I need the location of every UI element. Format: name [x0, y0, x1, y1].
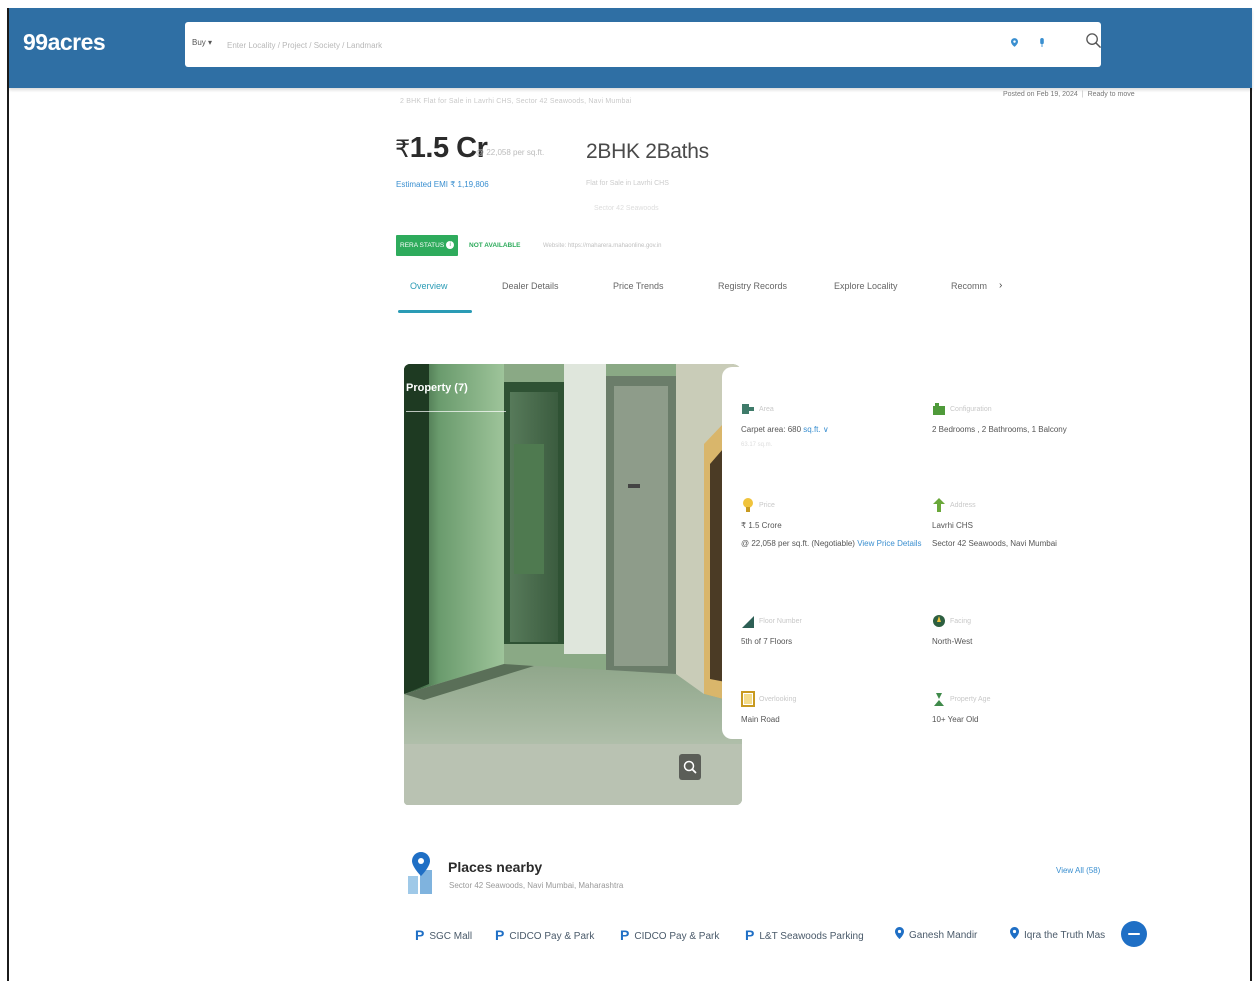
property-details-panel: Area Carpet area: 680 sq.ft. ∨ 63.17 sq.…: [722, 367, 1067, 739]
configuration-value: 2 Bedrooms , 2 Bathrooms, 1 Balcony: [932, 425, 1067, 434]
price-per-sqft-detail: @ 22,058 per sq.ft. (Negotiable) View Pr…: [741, 538, 922, 550]
zoom-icon: [683, 760, 697, 774]
section-tabs: Overview Dealer Details Price Trends Reg…: [396, 275, 1016, 315]
rera-note: Website: https://maharera.mahaonline.gov…: [543, 243, 662, 249]
facing-value: North-West: [932, 637, 973, 646]
carpet-area: Carpet area: 680: [741, 425, 802, 434]
nearby-place-label: Iqra the Truth Mas: [1024, 930, 1106, 941]
tab-dealer-details[interactable]: Dealer Details: [502, 281, 559, 291]
compass-icon: [933, 615, 945, 627]
chevron-right-icon[interactable]: ›: [999, 280, 1002, 291]
mic-icon[interactable]: [1039, 38, 1045, 47]
floor-label: Floor Number: [759, 618, 802, 625]
floor-icon: [742, 616, 754, 628]
gallery-photo-count[interactable]: Property (7): [406, 382, 468, 394]
carousel-next-button[interactable]: [1121, 921, 1147, 947]
property-age-label: Property Age: [950, 696, 991, 703]
address-locality: Sector 42 Seawoods, Navi Mumbai: [932, 539, 1057, 548]
property-gallery[interactable]: Property (7): [404, 364, 742, 805]
site-logo[interactable]: 99acres: [23, 29, 106, 56]
emi-link[interactable]: Estimated EMI ₹ 1,19,806: [396, 180, 489, 189]
nearby-place-label: L&T Seawoods Parking: [759, 931, 864, 942]
overlooking-value: Main Road: [741, 715, 780, 724]
view-all-places-link[interactable]: View All (58): [1056, 866, 1100, 875]
parking-icon: P: [415, 927, 425, 943]
gallery-label-divider: [406, 411, 506, 412]
price-detail-value: ₹ 1.5 Crore: [741, 521, 782, 530]
address-label: Address: [950, 502, 976, 509]
nearby-place-chip[interactable]: P CIDCO Pay & Park: [495, 927, 594, 943]
map-pin-icon: [895, 927, 904, 939]
search-icon[interactable]: [1085, 32, 1102, 49]
frame-border-right: [1250, 8, 1252, 981]
address-society: Lavrhi CHS: [932, 521, 973, 530]
address-icon: [933, 498, 945, 512]
area-label: Area: [759, 406, 774, 413]
configuration-locality: Sector 42 Seawoods: [594, 205, 659, 212]
places-nearby-subtitle: Sector 42 Seawoods, Navi Mumbai, Maharas…: [449, 881, 624, 890]
rera-badge-label: RERA STATUS: [400, 242, 445, 249]
tab-overview[interactable]: Overview: [410, 281, 448, 291]
configuration-heading: 2BHK 2Baths: [586, 140, 709, 163]
listing-title: 2 BHK Flat for Sale in Lavrhi CHS, Secto…: [400, 98, 632, 105]
price-per-sqft: @ 22,058 per sq.ft.: [476, 148, 545, 157]
configuration-icon: [933, 403, 945, 415]
posted-date: Posted on Feb 19, 2024: [1003, 91, 1078, 98]
property-photo[interactable]: [404, 364, 742, 805]
nearby-place-chip[interactable]: P SGC Mall: [415, 927, 472, 943]
nearby-place-chip[interactable]: Ganesh Mandir: [895, 927, 977, 941]
buy-dropdown[interactable]: Buy ▾: [192, 38, 212, 47]
overlooking-label: Overlooking: [759, 696, 797, 703]
nearby-place-label: SGC Mall: [429, 931, 473, 942]
nearby-place-label: CIDCO Pay & Park: [509, 931, 595, 942]
price-label: Price: [759, 502, 775, 509]
location-icon[interactable]: [1011, 38, 1018, 47]
map-pin-icon: [1010, 927, 1019, 939]
tab-price-trends[interactable]: Price Trends: [613, 281, 664, 291]
zoom-button[interactable]: [679, 754, 701, 780]
rupee-symbol: ₹: [395, 136, 410, 163]
nearby-place-chip[interactable]: P CIDCO Pay & Park: [620, 927, 719, 943]
parking-icon: P: [495, 927, 505, 943]
window-icon: [741, 691, 755, 707]
info-icon[interactable]: i: [446, 241, 455, 250]
posted-info: Posted on Feb 19, 2024 | Ready to move: [1003, 91, 1135, 98]
facing-label: Facing: [950, 618, 972, 625]
nearby-place-label: Ganesh Mandir: [909, 930, 978, 941]
ready-status: Ready to move: [1087, 91, 1135, 98]
active-tab-indicator: [398, 310, 472, 313]
rera-status-badge[interactable]: RERA STATUS i: [396, 235, 459, 256]
frame-border-left: [7, 8, 9, 981]
nearby-place-chip[interactable]: Iqra the Truth Mas: [1010, 927, 1105, 941]
search-input[interactable]: [225, 34, 989, 56]
price-heading: ₹1.5 Cr: [395, 132, 488, 165]
rera-status-value: NOT AVAILABLE: [469, 242, 521, 249]
nearby-places-carousel: P SGC Mall P CIDCO Pay & Park P CIDCO Pay &…: [415, 921, 1150, 951]
hourglass-icon: [934, 693, 944, 706]
area-icon: [742, 404, 754, 414]
area-value: Carpet area: 680 sq.ft. ∨: [741, 424, 829, 436]
configuration-subtitle: Flat for Sale in Lavrhi CHS: [586, 180, 669, 187]
nearby-place-chip[interactable]: P L&T Seawoods Parking: [745, 927, 864, 943]
area-unit-dropdown[interactable]: sq.ft. ∨: [803, 425, 828, 434]
price-tag-icon: [743, 498, 753, 512]
site-header: 99acres Buy ▾: [9, 8, 1252, 88]
floor-value: 5th of 7 Floors: [741, 637, 793, 646]
area-sqm: 63.17 sq.m.: [741, 442, 773, 448]
parking-icon: P: [745, 927, 755, 943]
parking-icon: P: [620, 927, 630, 943]
tab-registry-records[interactable]: Registry Records: [718, 281, 787, 291]
price-rate: @ 22,058 per sq.ft. (Negotiable): [741, 539, 855, 548]
places-nearby-icon: [408, 852, 432, 894]
search-bar: Buy ▾: [185, 22, 1101, 67]
nearby-place-label: CIDCO Pay & Park: [634, 931, 720, 942]
view-price-details-link[interactable]: View Price Details: [857, 539, 921, 548]
places-nearby-title: Places nearby: [448, 859, 543, 875]
arrow-right-icon: [1128, 933, 1140, 935]
configuration-label: Configuration: [950, 406, 992, 413]
property-age-value: 10+ Year Old: [932, 715, 979, 724]
tab-recommendations[interactable]: Recomm: [951, 281, 987, 291]
tab-explore-locality[interactable]: Explore Locality: [834, 281, 898, 291]
